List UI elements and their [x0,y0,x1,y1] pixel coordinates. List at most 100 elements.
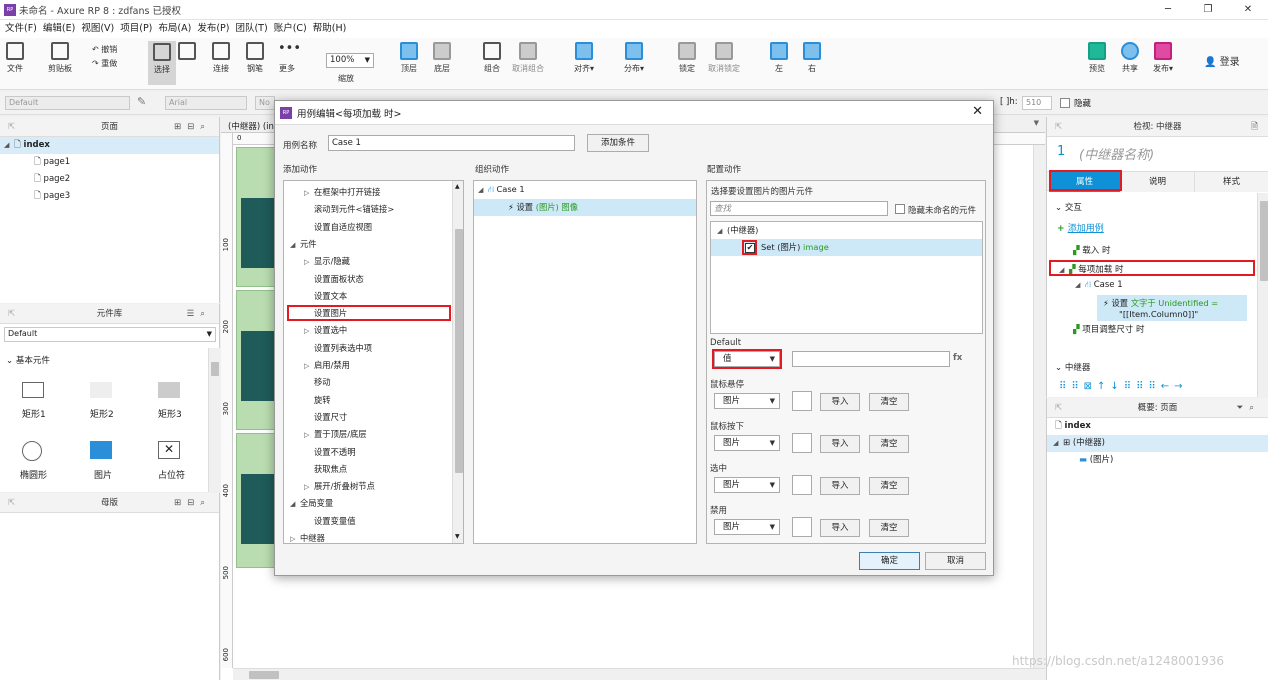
event-on-load[interactable]: ▞ 载入 时 [1073,244,1110,256]
close-icon[interactable]: ✕ [1240,2,1256,18]
page-item-page2[interactable]: 🗋 page2 [0,171,219,188]
state-mousedown-import-button[interactable]: 导入 [820,435,860,453]
rectangle3-widget[interactable] [158,382,180,398]
action-item[interactable]: 设置尺寸 [304,409,347,426]
repeater-item-2[interactable] [236,290,276,430]
action-item[interactable]: ▷ 置于顶层/底层 [304,426,367,443]
image-widget-icon[interactable] [90,441,112,459]
connect-button[interactable]: 连接 [212,42,230,74]
menu-account[interactable]: 账户(C) [274,20,307,38]
repeater-toolbar-icons[interactable]: ⠿⠿⊠↑↓⠿⠿⠿←→ [1059,381,1188,392]
library-select[interactable]: Default ▼ [4,327,216,342]
menu-file[interactable]: 文件(F) [5,20,37,38]
state-selected-clear-button[interactable]: 清空 [869,477,909,495]
action-list-scrollbar[interactable]: ▲ ▼ [452,181,463,543]
height-input[interactable]: 510 [1022,96,1052,110]
outline-item-image[interactable]: ▬ (图片) [1047,452,1268,469]
chevron-down-icon[interactable]: ▼ [1034,119,1039,127]
widget-search-input[interactable]: 查找 [710,201,888,216]
state-disabled-select[interactable]: 图片 ▼ [714,519,780,535]
file-button[interactable]: 文件 [6,42,24,74]
distribute-button[interactable]: 分布▾ [624,42,644,74]
canvas-h-scrollbar[interactable] [233,668,1045,680]
filter-search-icons[interactable]: ⏷⌕ [1236,398,1260,418]
style-select[interactable]: Default [5,96,130,110]
preview-button[interactable]: 预览 [1088,42,1106,74]
state-mousedown-select[interactable]: 图片 ▼ [714,435,780,451]
state-hover-select[interactable]: 图片 ▼ [714,393,780,409]
menu-publish[interactable]: 发布(P) [197,20,229,38]
action-item[interactable]: 设置列表选中项 [304,340,372,357]
action-item[interactable]: 获取焦点 [304,461,347,478]
event-item-resize[interactable]: ▞ 项目调整尺寸 时 [1073,323,1144,335]
menu-help[interactable]: 帮助(H) [313,20,347,38]
undo-button[interactable]: ↶ 撤销 [92,44,117,55]
canvas-tab[interactable]: (中继器) (ind [228,120,279,132]
collapse-icon[interactable]: ⇱ [1055,398,1062,418]
group-button[interactable]: 组合 [483,42,501,74]
maximize-icon[interactable]: ❐ [1200,2,1216,18]
lock-button[interactable]: 锁定 [678,42,696,74]
dialog-close-icon[interactable]: ✕ [972,104,983,119]
repeater-section[interactable]: ⌄ 中继器 [1055,361,1090,373]
tab-notes[interactable]: 说明 [1121,172,1195,192]
select-button[interactable]: 选择 [148,41,176,85]
menu-view[interactable]: 视图(V) [81,20,114,38]
action-item[interactable]: 设置面板状态 [304,271,364,288]
fx-button[interactable]: fx [953,353,962,363]
add-case-link[interactable]: + 添加用例 [1057,221,1104,234]
inspector-case-1[interactable]: ◢ ⛙ Case 1 [1075,280,1123,291]
action-item[interactable]: ▷ 在框架中打开链接 [304,184,380,201]
collapse-icon[interactable]: ⇱ [1055,117,1062,137]
action-item[interactable]: ▷ 展开/折叠树节点 [304,478,375,495]
font-style-select[interactable]: No [255,96,275,110]
menu-layout[interactable]: 布局(A) [158,20,191,38]
interaction-section[interactable]: ⌄ 交互 [1055,201,1082,213]
tree-item-repeater[interactable]: ◢ (中继器) [717,222,758,239]
bring-top-button[interactable]: 顶层 [400,42,418,74]
state-hover-import-button[interactable]: 导入 [820,393,860,411]
case-name-input[interactable]: Case 1 [328,135,575,151]
pen-button[interactable]: 钢笔 [246,42,264,74]
action-item[interactable]: ▷ 中继器 [290,530,325,543]
zoom-select[interactable]: 100% ▼ [326,53,374,68]
action-item[interactable]: 设置不透明 [304,444,356,461]
publish-button[interactable]: 发布▾ [1153,42,1173,74]
page-item-page3[interactable]: 🗋 page3 [0,188,219,205]
hidden-checkbox[interactable] [1060,98,1070,108]
action-item[interactable]: ▷ 设置选中 [304,322,347,339]
state-selected-import-button[interactable]: 导入 [820,477,860,495]
action-item[interactable]: ▷ 启用/禁用 [304,357,350,374]
state-hover-clear-button[interactable]: 清空 [869,393,909,411]
note-icon[interactable]: 🗎 [1251,117,1258,137]
rectangle2-widget[interactable] [90,382,112,398]
style-manage-icon[interactable]: ✎ [137,95,146,108]
select-contained-button[interactable] [178,42,196,63]
widget-name-input[interactable]: (中继器名称) [1079,144,1154,163]
library-scrollbar[interactable] [208,348,220,492]
repeater-item-1[interactable] [236,147,276,287]
send-bottom-button[interactable]: 底层 [433,42,451,74]
master-actions-icons[interactable]: ⊞⊟⌕ [174,493,211,513]
outline-item-index[interactable]: 🗋 index [1047,418,1268,435]
page-actions-icons[interactable]: ⊞⊟⌕ [174,117,211,137]
action-item[interactable]: 设置变量值 [304,513,356,530]
collapse-icon[interactable]: ⇱ [8,493,15,513]
page-item-page1[interactable]: 🗋 page1 [0,154,219,171]
repeater-item-3[interactable] [236,433,276,568]
collapse-icon[interactable]: ⇱ [8,304,15,324]
default-value-input[interactable] [792,351,950,367]
state-selected-select[interactable]: 图片 ▼ [714,477,780,493]
state-disabled-import-button[interactable]: 导入 [820,519,860,537]
hide-unnamed-checkbox[interactable] [895,204,905,214]
add-condition-button[interactable]: 添加条件 [587,134,649,152]
collapse-icon[interactable]: ⇱ [8,117,15,137]
widget-group-basic[interactable]: ⌄ 基本元件 [6,354,50,366]
action-item[interactable]: ◢ 元件 [290,236,317,253]
ungroup-button[interactable]: 取消组合 [512,42,544,74]
menu-edit[interactable]: 编辑(E) [43,20,75,38]
right-button[interactable]: 右 [803,42,821,74]
tab-style[interactable]: 样式 [1195,172,1268,192]
library-menu-icons[interactable]: ☰⌕ [187,304,211,324]
redo-button[interactable]: ↷ 重做 [92,58,117,69]
